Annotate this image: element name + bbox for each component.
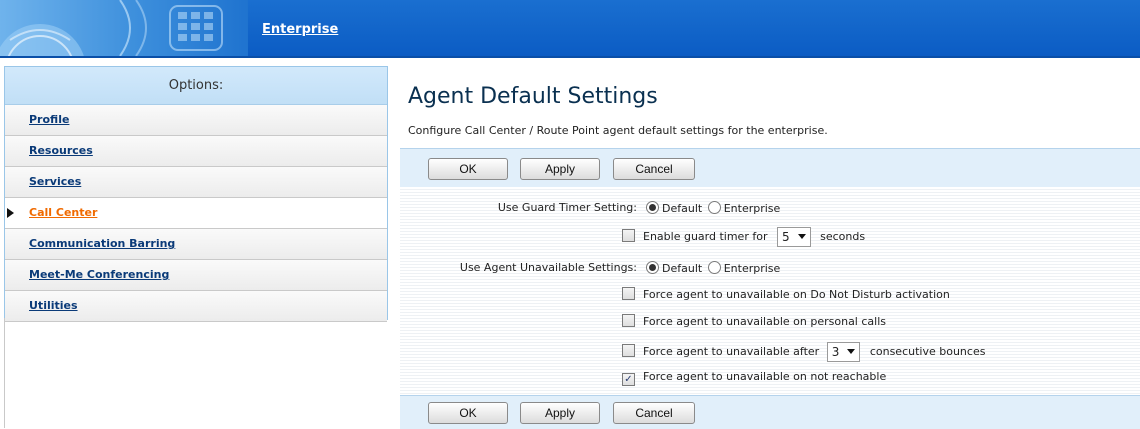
bounces-row: Force agent to unavailable after 3 conse… bbox=[622, 342, 985, 362]
enterprise-link[interactable]: Enterprise bbox=[262, 22, 338, 37]
guard-timer-default-radio[interactable] bbox=[646, 201, 659, 214]
page-description: Configure Call Center / Route Point agen… bbox=[408, 124, 828, 137]
agent-unavailable-enterprise-label: Enterprise bbox=[723, 262, 781, 275]
not-reachable-checkbox[interactable]: ✓ bbox=[622, 373, 635, 386]
enterprise-logo bbox=[0, 0, 248, 56]
guard-timer-seconds-select[interactable]: 5 bbox=[776, 227, 811, 247]
agent-unavailable-default-radio[interactable] bbox=[646, 261, 659, 274]
sidebar-item-label[interactable]: Resources bbox=[29, 144, 93, 157]
agent-unavailable-label: Use Agent Unavailable Settings: bbox=[459, 261, 637, 274]
guard-timer-enterprise-label: Enterprise bbox=[723, 202, 781, 215]
bottom-button-bar: OK Apply Cancel bbox=[400, 395, 1140, 429]
top-banner: Enterprise bbox=[0, 0, 1140, 58]
guard-timer-seconds-value: 5 bbox=[781, 230, 790, 244]
agent-unavailable-enterprise-radio[interactable] bbox=[707, 261, 721, 274]
sidebar-item-resources[interactable]: Resources bbox=[5, 136, 387, 167]
cancel-button[interactable]: Cancel bbox=[613, 158, 695, 180]
sidebar-item-utilities[interactable]: Utilities bbox=[5, 291, 387, 322]
sidebar-item-communication-barring[interactable]: Communication Barring bbox=[5, 229, 387, 260]
dnd-checkbox[interactable] bbox=[622, 287, 635, 300]
agent-unavailable-radio-group: Default Enterprise bbox=[646, 261, 780, 275]
bounces-prefix-label: Force agent to unavailable after bbox=[643, 345, 820, 358]
sidebar-item-call-center[interactable]: Call Center bbox=[5, 198, 387, 229]
personal-calls-checkbox[interactable] bbox=[622, 314, 635, 327]
sidebar-item-label[interactable]: Services bbox=[29, 175, 81, 188]
sidebar-item-label[interactable]: Meet-Me Conferencing bbox=[29, 268, 169, 281]
ok-button[interactable]: OK bbox=[428, 402, 508, 424]
options-sidebar: Options: Profile Resources Services Call… bbox=[4, 66, 388, 322]
not-reachable-label: Force agent to unavailable on not reacha… bbox=[643, 370, 887, 383]
top-button-bar: OK Apply Cancel bbox=[400, 148, 1140, 188]
page-title: Agent Default Settings bbox=[408, 84, 658, 109]
guard-timer-enterprise-radio[interactable] bbox=[707, 201, 721, 214]
guard-timer-default-label: Default bbox=[662, 202, 703, 215]
cancel-button[interactable]: Cancel bbox=[613, 402, 695, 424]
sidebar-item-profile[interactable]: Profile bbox=[5, 105, 387, 136]
bounces-checkbox[interactable] bbox=[622, 344, 635, 357]
dnd-row: Force agent to unavailable on Do Not Dis… bbox=[622, 287, 950, 301]
sidebar-item-meet-me-conferencing[interactable]: Meet-Me Conferencing bbox=[5, 260, 387, 291]
chevron-down-icon bbox=[797, 234, 806, 239]
agent-unavailable-default-label: Default bbox=[662, 262, 703, 275]
current-item-arrow-icon bbox=[7, 208, 14, 218]
guard-timer-radio-group: Default Enterprise bbox=[646, 201, 780, 215]
sidebar-item-label[interactable]: Utilities bbox=[29, 299, 78, 312]
sidebar-item-label[interactable]: Communication Barring bbox=[29, 237, 175, 250]
chevron-down-icon bbox=[847, 349, 856, 354]
enable-guard-timer-row: Enable guard timer for 5 seconds bbox=[622, 227, 865, 247]
enable-guard-timer-checkbox[interactable] bbox=[622, 229, 635, 242]
sidebar-item-services[interactable]: Services bbox=[5, 167, 387, 198]
sidebar-item-label[interactable]: Profile bbox=[29, 113, 69, 126]
seconds-suffix-label: seconds bbox=[820, 230, 866, 243]
enable-guard-timer-label: Enable guard timer for bbox=[643, 230, 768, 243]
personal-calls-row: Force agent to unavailable on personal c… bbox=[622, 314, 886, 328]
main-content: Agent Default Settings Configure Call Ce… bbox=[400, 66, 1140, 429]
left-border-line bbox=[4, 318, 5, 428]
ok-button[interactable]: OK bbox=[428, 158, 508, 180]
personal-calls-label: Force agent to unavailable on personal c… bbox=[643, 315, 886, 328]
dnd-label: Force agent to unavailable on Do Not Dis… bbox=[643, 288, 950, 301]
sidebar-title: Options: bbox=[5, 67, 387, 105]
guard-timer-label: Use Guard Timer Setting: bbox=[497, 201, 637, 214]
apply-button[interactable]: Apply bbox=[520, 402, 600, 424]
apply-button[interactable]: Apply bbox=[520, 158, 600, 180]
bounces-select[interactable]: 3 bbox=[826, 342, 861, 362]
bounces-suffix-label: consecutive bounces bbox=[869, 345, 986, 358]
sidebar-item-label[interactable]: Call Center bbox=[29, 206, 97, 219]
not-reachable-row: ✓ Force agent to unavailable on not reach… bbox=[622, 370, 886, 386]
settings-form: Use Guard Timer Setting: Default Enterpr… bbox=[400, 187, 1140, 395]
bounces-value: 3 bbox=[831, 345, 840, 359]
